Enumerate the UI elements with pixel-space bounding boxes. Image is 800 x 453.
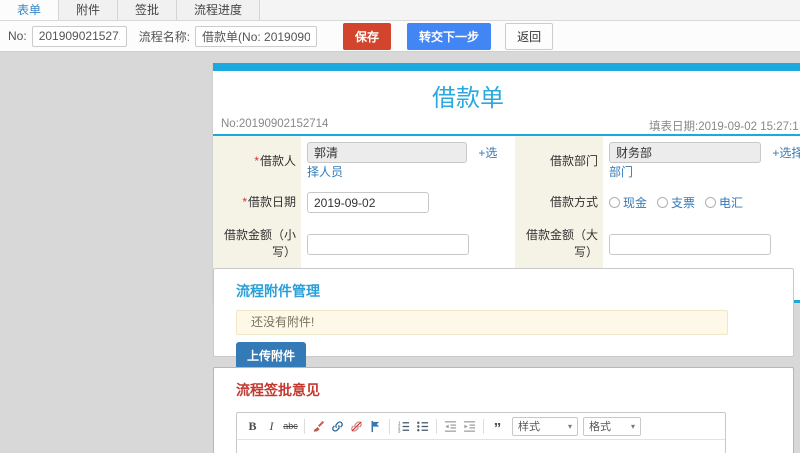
required-mark: * — [242, 195, 247, 209]
tab-attachments[interactable]: 附件 — [59, 0, 119, 20]
form-title: 借款单 — [432, 85, 504, 112]
tab-approval[interactable]: 签批 — [118, 0, 178, 20]
svg-text:3: 3 — [398, 428, 401, 433]
department-field: +选择部门 — [603, 136, 800, 186]
blockquote-icon[interactable]: ” — [488, 417, 507, 436]
radio-icon[interactable] — [608, 197, 620, 208]
loan-method-label: 借款方式 — [514, 186, 603, 219]
upload-attachment-button[interactable]: 上传附件 — [236, 342, 307, 369]
radio-check[interactable]: 支票 — [657, 194, 695, 211]
unlink-icon[interactable] — [347, 417, 366, 436]
italic-icon[interactable]: I — [262, 417, 281, 436]
numbered-list-icon[interactable]: 123 — [394, 417, 413, 436]
radio-icon[interactable] — [657, 197, 668, 208]
indent-icon[interactable] — [460, 417, 479, 436]
loan-form-panel: 借款单 No:20190902152714 填表日期:2019-09-02 15… — [212, 63, 800, 303]
attachments-title: 流程附件管理 — [236, 283, 320, 299]
flag-icon[interactable] — [366, 417, 385, 436]
format-painter-icon[interactable] — [309, 417, 328, 436]
format-dropdown[interactable]: 格式 ▾ — [583, 416, 641, 436]
styles-dropdown[interactable]: 样式 ▾ — [512, 416, 578, 436]
loan-method-field: 现金 支票 电汇 — [603, 186, 800, 219]
borrower-field: +选择人员 — [301, 136, 515, 186]
no-label: No: — [8, 29, 27, 43]
fill-date-text: 填表日期:2019-09-02 15:27:1 — [649, 121, 799, 133]
back-button[interactable]: 返回 — [505, 22, 554, 50]
loan-date-input[interactable] — [307, 192, 429, 213]
bulleted-list-icon[interactable] — [413, 417, 432, 436]
no-attachments-alert: 还没有附件! — [236, 310, 728, 335]
editor-content-area[interactable] — [237, 440, 725, 453]
amount-upper-input[interactable] — [608, 233, 771, 255]
forward-next-step-button[interactable]: 转交下一步 — [407, 22, 492, 50]
amount-lower-label: 借款金额（小写） — [213, 219, 301, 269]
process-name-input[interactable] — [195, 25, 318, 47]
form-row-borrower-department: *借款人 +选择人员 借款部门 +选择部门 — [213, 136, 800, 186]
strikethrough-icon[interactable]: abc — [281, 417, 300, 436]
radio-cash[interactable]: 现金 — [608, 194, 647, 211]
amount-upper-label: 借款金额（大写） — [514, 219, 603, 269]
amount-upper-field — [603, 219, 800, 269]
approval-panel: 流程签批意见 B I abc 123 ” 样式 ▾ 格式 ▾ — [213, 367, 794, 453]
form-row-date-method: *借款日期 借款方式 现金 支票 电汇 — [213, 186, 800, 219]
toolbar-separator — [436, 418, 437, 434]
loan-date-label: *借款日期 — [213, 186, 301, 219]
tab-bar: 表单 附件 签批 流程进度 — [0, 0, 800, 21]
command-bar: No: 流程名称: 保存 转交下一步 返回 — [0, 21, 800, 52]
amount-lower-input[interactable] — [307, 233, 469, 255]
save-button[interactable]: 保存 — [343, 22, 392, 50]
borrower-input[interactable] — [307, 142, 467, 163]
bold-icon[interactable]: B — [243, 417, 262, 436]
chevron-down-icon: ▾ — [630, 421, 635, 431]
department-input[interactable] — [608, 142, 761, 163]
radio-wire[interactable]: 电汇 — [705, 194, 743, 211]
radio-icon[interactable] — [705, 197, 717, 208]
toolbar-separator — [389, 418, 390, 434]
toolbar-separator — [304, 418, 305, 434]
attachments-panel: 流程附件管理 还没有附件! 上传附件 — [213, 268, 794, 369]
panel-top-accent — [213, 63, 800, 71]
editor-toolbar: B I abc 123 ” 样式 ▾ 格式 ▾ — [237, 413, 725, 440]
doc-no-text: No:20190902152714 — [221, 118, 329, 130]
form-meta-row: No:20190902152714 填表日期:2019-09-02 15:27:… — [213, 116, 800, 134]
department-label: 借款部门 — [514, 136, 603, 186]
process-name-label: 流程名称: — [138, 29, 191, 44]
loan-date-field — [301, 186, 515, 219]
required-mark: * — [254, 153, 259, 168]
outdent-icon[interactable] — [441, 417, 460, 436]
toolbar-separator — [483, 418, 484, 434]
link-icon[interactable] — [328, 417, 347, 436]
tab-form[interactable]: 表单 — [0, 0, 60, 20]
amount-lower-field — [301, 219, 515, 269]
borrower-label: *借款人 — [213, 136, 301, 186]
rich-text-editor: B I abc 123 ” 样式 ▾ 格式 ▾ — [236, 412, 726, 453]
approval-title: 流程签批意见 — [236, 382, 320, 398]
no-input[interactable] — [31, 25, 127, 47]
chevron-down-icon: ▾ — [567, 421, 572, 431]
form-row-amounts: 借款金额（小写） 借款金额（大写） — [213, 219, 800, 269]
tab-process-progress[interactable]: 流程进度 — [177, 0, 261, 20]
